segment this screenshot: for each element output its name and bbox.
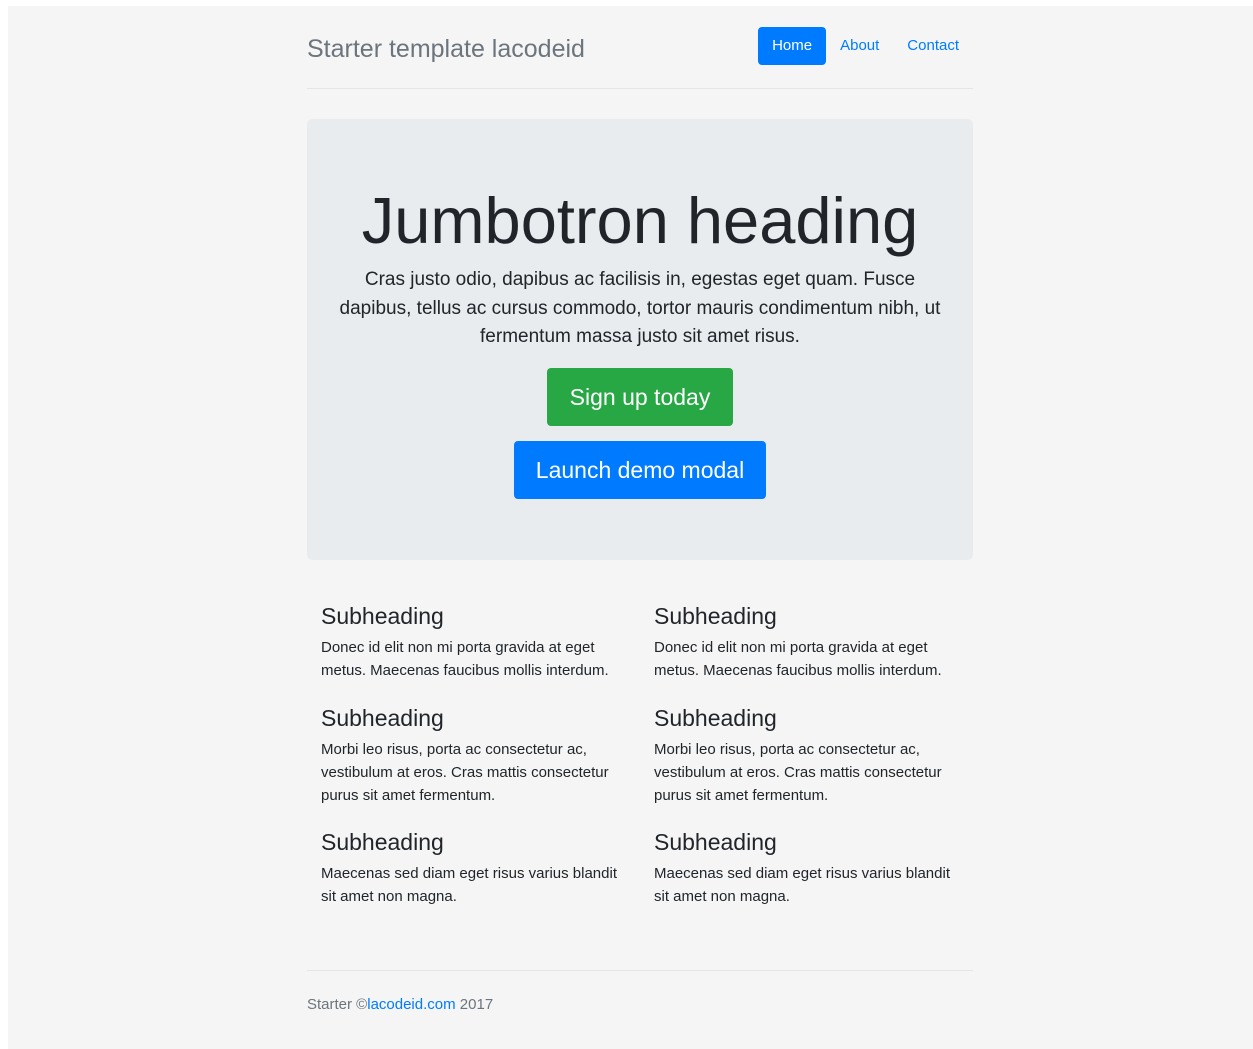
subheading: Subheading (321, 603, 444, 629)
footer: Starter ©lacodeid.com 2017 (307, 970, 973, 1013)
page: Starter template lacodeid Home About Con… (8, 6, 1253, 1049)
main-container: Starter template lacodeid Home About Con… (307, 6, 973, 1049)
jumbotron-heading: Jumbotron heading (361, 184, 919, 257)
nav-contact-link[interactable]: Contact (893, 27, 973, 65)
subheading-text: Donec id elit non mi porta gravida at eg… (654, 639, 942, 679)
nav-pills: Home About Contact (758, 27, 973, 65)
footer-year: 2017 (455, 996, 494, 1013)
subheading-text: Morbi leo risus, porta ac consectetur ac… (654, 741, 942, 804)
jumbotron-lead: Cras justo odio, dapibus ac facilisis in… (339, 269, 941, 347)
sign-up-button[interactable]: Sign up today (547, 368, 733, 426)
footer-prefix: Starter © (307, 996, 368, 1013)
footer-site-link[interactable]: lacodeid.com (367, 996, 455, 1013)
subheading-text: Maecenas sed diam eget risus varius blan… (321, 865, 617, 905)
marketing-item: Subheading Maecenas sed diam eget risus … (654, 828, 960, 908)
marketing-item: Subheading Donec id elit non mi porta gr… (321, 602, 627, 682)
marketing-item: Subheading Morbi leo risus, porta ac con… (321, 704, 627, 807)
footer-text: Starter ©lacodeid.com 2017 (307, 995, 493, 1015)
subheading-text: Morbi leo risus, porta ac consectetur ac… (321, 741, 609, 804)
subheading: Subheading (321, 705, 444, 731)
nav-about-link[interactable]: About (826, 27, 893, 65)
launch-demo-modal-button[interactable]: Launch demo modal (514, 441, 766, 499)
subheading-text: Donec id elit non mi porta gravida at eg… (321, 639, 609, 679)
brand-title: Starter template lacodeid (307, 35, 585, 63)
subheading: Subheading (654, 705, 777, 731)
subheading: Subheading (654, 603, 777, 629)
marketing-item: Subheading Donec id elit non mi porta gr… (654, 602, 960, 682)
subheading: Subheading (321, 829, 444, 855)
header: Starter template lacodeid Home About Con… (307, 6, 973, 89)
marketing-item: Subheading Maecenas sed diam eget risus … (321, 828, 627, 908)
nav-home-link[interactable]: Home (758, 27, 827, 65)
subheading-text: Maecenas sed diam eget risus varius blan… (654, 865, 950, 905)
jumbotron: Jumbotron heading Cras justo odio, dapib… (307, 119, 973, 560)
marketing-item: Subheading Morbi leo risus, porta ac con… (654, 704, 960, 807)
subheading: Subheading (654, 829, 777, 855)
